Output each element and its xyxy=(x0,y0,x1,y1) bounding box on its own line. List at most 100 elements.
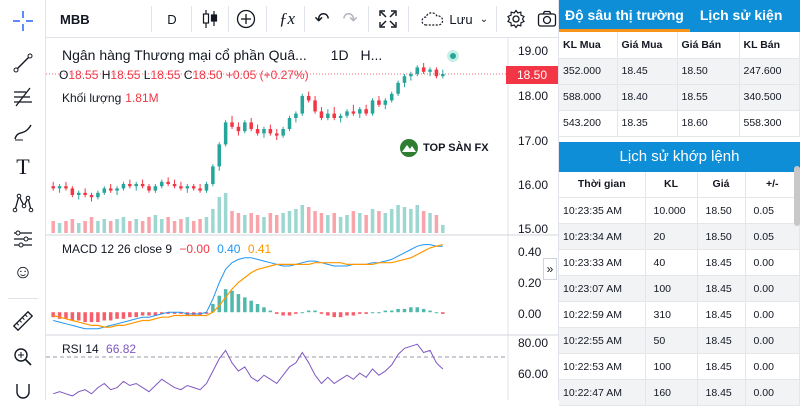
rsi-axis-label: 60.00 xyxy=(518,367,548,381)
candle-body xyxy=(211,166,215,184)
volume-bar xyxy=(435,215,439,233)
macd-histogram-bar xyxy=(64,312,68,319)
volume-bar xyxy=(256,215,260,233)
history-cell: 18.45 xyxy=(697,354,745,380)
interval-button[interactable]: D xyxy=(162,0,182,38)
history-cell: 10:22:59 AM xyxy=(559,302,645,328)
depth-row: 543.200 18.35 18.60 558.300 xyxy=(559,110,800,136)
volume-bar xyxy=(364,215,368,233)
chart-area[interactable]: Ngân hàng Thương mại cổ phần Quâ... 1D H… xyxy=(46,38,558,400)
trendline-icon[interactable] xyxy=(8,48,38,78)
last-price-tag: 18.50 xyxy=(506,66,558,84)
drawing-toolbar: T ☺ xyxy=(0,0,46,400)
macd-histogram-bar xyxy=(326,312,330,315)
match-history-table: Thời gian KL Giá +/- 10:23:35 AM10.00018… xyxy=(559,172,800,406)
tab-market-depth[interactable]: Độ sâu thị trường xyxy=(559,0,690,32)
macd-histogram-bar xyxy=(416,307,420,312)
live-dot xyxy=(450,53,456,59)
fx-icon[interactable]: ƒx xyxy=(276,0,298,38)
volume-bar xyxy=(83,221,87,233)
symbol-legend[interactable]: Ngân hàng Thương mại cổ phần Quâ... 1D H… xyxy=(62,47,382,63)
brush-icon[interactable] xyxy=(8,117,38,147)
volume-bar xyxy=(166,217,170,233)
add-icon[interactable] xyxy=(234,0,258,38)
depth-cell: 558.300 xyxy=(739,110,800,136)
volume-bar xyxy=(64,221,68,233)
macd-label: MACD 12 26 close 9 xyxy=(62,242,172,256)
crosshair-icon[interactable] xyxy=(8,6,38,36)
history-header-row: Thời gian KL Giá +/- xyxy=(559,172,800,198)
macd-histogram-bar xyxy=(71,312,75,320)
text-icon[interactable]: T xyxy=(8,152,38,182)
macd-histogram-bar xyxy=(288,312,292,315)
macd-histogram-bar xyxy=(332,312,336,317)
candle-body xyxy=(186,186,190,188)
fullscreen-icon[interactable] xyxy=(376,0,400,38)
macd-histogram-bar xyxy=(358,312,362,314)
zoom-icon[interactable] xyxy=(8,342,38,372)
magnet-icon[interactable] xyxy=(8,376,38,406)
history-cell: 0.00 xyxy=(745,328,800,354)
macd-legend[interactable]: MACD 12 26 close 9 −0.00 0.40 0.41 xyxy=(62,242,271,256)
indicator-icon[interactable] xyxy=(8,224,38,254)
volume-bar xyxy=(422,211,426,233)
change-value: +0.05 (+0.27%) xyxy=(226,68,309,82)
history-row: 10:23:07 AM10018.450.00 xyxy=(559,276,800,302)
macd-histogram-bar xyxy=(435,312,439,313)
ruler-icon[interactable] xyxy=(8,306,38,336)
volume-bar xyxy=(428,213,432,233)
macd-histogram-bar xyxy=(262,307,266,312)
macd-histogram-bar xyxy=(301,312,305,313)
candle-body xyxy=(166,182,170,184)
gear-icon[interactable] xyxy=(504,0,528,38)
history-cell: 18.45 xyxy=(697,250,745,276)
candle-body xyxy=(288,118,292,129)
macd-histogram-bar xyxy=(396,309,400,312)
history-cell: 100 xyxy=(645,276,697,302)
order-panel: Độ sâu thị trường Lịch sử kiện KL Mua Gi… xyxy=(558,0,800,400)
macd-axis-label: 0.40 xyxy=(518,245,541,259)
toolbar-divider xyxy=(304,6,305,32)
match-history-title: Lịch sử khớp lệnh xyxy=(559,142,800,172)
candle-body xyxy=(192,186,196,188)
macd-histogram-bar xyxy=(403,309,407,312)
panel-scrollbar[interactable] xyxy=(794,166,800,226)
candle-body xyxy=(345,111,349,115)
candle-body xyxy=(409,74,413,76)
save-button[interactable]: Lưu xyxy=(446,0,476,38)
candle-body xyxy=(237,127,241,131)
history-cell: 10:23:34 AM xyxy=(559,224,645,250)
volume-value: 1.81M xyxy=(125,91,158,105)
candle-body xyxy=(332,114,336,118)
emoji-icon[interactable]: ☺ xyxy=(8,258,38,288)
ohlc-values: O18.55 H18.55 L18.55 C18.50 +0.05 (+0.27… xyxy=(59,68,309,82)
camera-icon[interactable] xyxy=(536,0,558,38)
candle-body xyxy=(109,188,113,190)
depth-table: KL Mua Giá Mua Giá Bán KL Bán 352.000 18… xyxy=(559,32,800,137)
candle-body xyxy=(428,70,432,72)
cloud-icon[interactable] xyxy=(418,0,446,38)
fib-icon[interactable] xyxy=(8,82,38,112)
candle-body xyxy=(320,111,324,118)
macd-histogram-bar xyxy=(307,311,311,313)
toolbar-divider xyxy=(496,6,497,32)
volume-bar xyxy=(237,213,241,233)
symbol-search[interactable]: MBB xyxy=(60,0,90,38)
redo-icon[interactable]: ↷ xyxy=(340,0,360,38)
open-value: 18.55 xyxy=(68,68,98,82)
history-cell: 0.00 xyxy=(745,354,800,380)
macd-histogram-bar xyxy=(256,304,260,312)
rsi-legend[interactable]: RSI 14 66.82 xyxy=(62,342,136,356)
tab-event-history[interactable]: Lịch sử kiện xyxy=(694,0,789,32)
depth-header-row: KL Mua Giá Mua Giá Bán KL Bán xyxy=(559,32,800,58)
volume-legend[interactable]: Khối lượng1.81M xyxy=(62,91,159,105)
candlestick-icon[interactable] xyxy=(198,0,222,38)
depth-cell: 352.000 xyxy=(559,58,617,84)
pattern-icon[interactable] xyxy=(8,188,38,218)
undo-icon[interactable]: ↶ xyxy=(312,0,332,38)
chevron-down-icon[interactable]: ⌄ xyxy=(478,0,490,38)
volume-bar xyxy=(122,217,126,233)
collapse-panel-button[interactable]: » xyxy=(543,258,557,280)
candle-body xyxy=(384,100,388,104)
macd-histogram-bar xyxy=(281,312,285,315)
